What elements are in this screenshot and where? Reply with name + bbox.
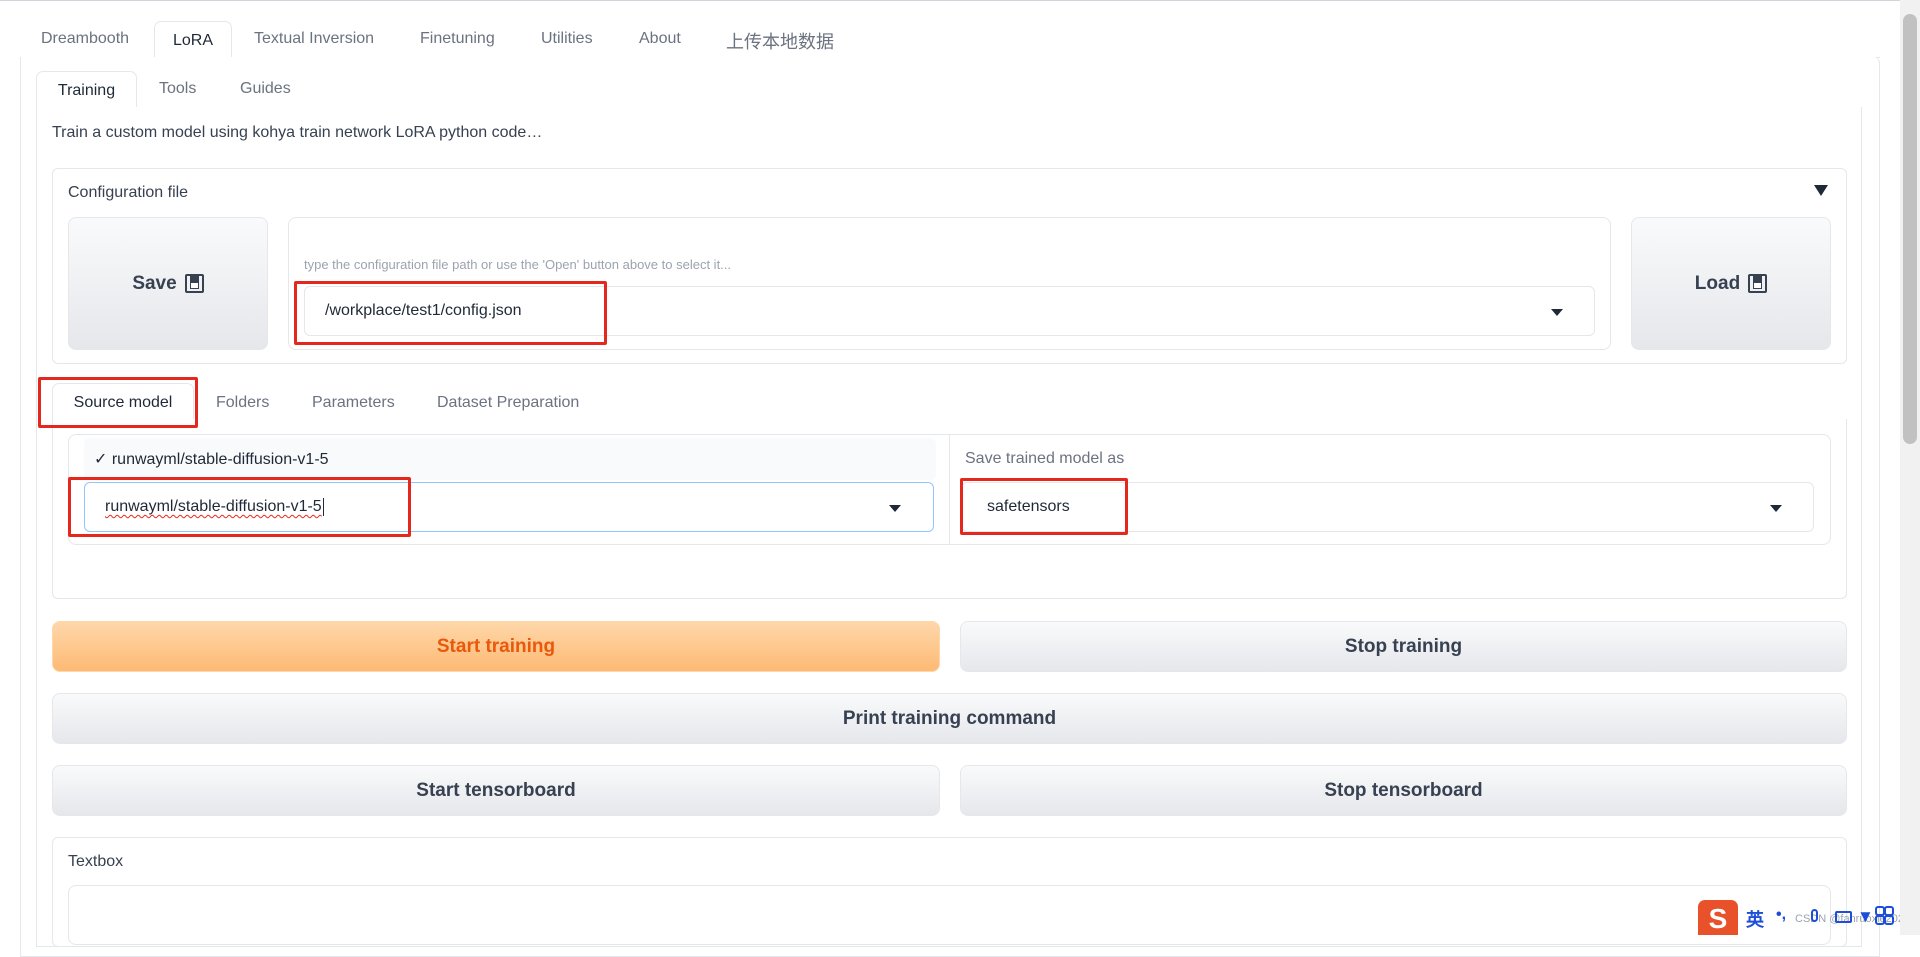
shirt-skin-icon[interactable]: ▼ xyxy=(1857,907,1874,927)
sogou-s-icon[interactable]: S xyxy=(1698,900,1738,935)
tab-upload-local-data[interactable]: 上传本地数据 xyxy=(726,28,834,54)
config-path-hint: type the configuration file path or use … xyxy=(304,257,732,272)
ime-language-indicator[interactable]: 英 xyxy=(1746,906,1764,932)
column-divider xyxy=(949,434,950,545)
stop-training-button[interactable]: Stop training xyxy=(960,621,1847,672)
start-tensorboard-button[interactable]: Start tensorboard xyxy=(52,765,940,816)
textbox-input[interactable] xyxy=(68,885,1831,945)
text-cursor xyxy=(322,498,324,516)
tab-guides[interactable]: Guides xyxy=(240,80,291,98)
floppy-disk-icon xyxy=(184,274,204,293)
save-model-as-label: Save trained model as xyxy=(965,450,1125,467)
load-config-label: Load xyxy=(1694,272,1741,294)
save-model-as-value: safetensors xyxy=(987,498,1070,515)
save-model-as-dropdown[interactable]: safetensors xyxy=(961,482,1814,532)
tab-finetuning[interactable]: Finetuning xyxy=(420,30,495,48)
grid-menu-icon[interactable] xyxy=(1875,906,1894,925)
tab-tools[interactable]: Tools xyxy=(159,80,196,98)
load-config-button[interactable]: Load xyxy=(1631,217,1831,350)
tab-textual-inversion[interactable]: Textual Inversion xyxy=(254,30,374,48)
collapse-triangle-icon[interactable] xyxy=(1814,185,1828,196)
scrollbar-thumb[interactable] xyxy=(1903,14,1917,444)
print-training-command-button[interactable]: Print training command xyxy=(52,693,1847,744)
tab-dreambooth[interactable]: Dreambooth xyxy=(41,30,129,48)
pretrained-model-value: runwayml/stable-diffusion-v1-5 xyxy=(105,498,322,515)
description-text: Train a custom model using kohya train n… xyxy=(52,124,543,141)
stop-tensorboard-button[interactable]: Stop tensorboard xyxy=(960,765,1847,816)
tab-utilities[interactable]: Utilities xyxy=(541,30,593,48)
chevron-down-icon[interactable] xyxy=(889,505,901,512)
start-training-button[interactable]: Start training xyxy=(52,621,940,672)
chevron-down-icon[interactable] xyxy=(1770,505,1782,512)
chevron-down-icon[interactable] xyxy=(1551,309,1563,316)
tab-source-model[interactable]: Source model xyxy=(52,383,194,421)
floppy-disk-icon xyxy=(1748,274,1768,293)
save-config-label: Save xyxy=(132,272,177,294)
config-title: Configuration file xyxy=(68,184,189,201)
keyboard-icon[interactable] xyxy=(1835,911,1852,923)
tab-folders[interactable]: Folders xyxy=(216,394,269,412)
config-path-dropdown[interactable]: /workplace/test1/config.json xyxy=(304,286,1595,336)
dropdown-option-selected[interactable]: ✓ runwayml/stable-diffusion-v1-5 xyxy=(84,438,936,480)
pretrained-model-input[interactable]: runwayml/stable-diffusion-v1-5 xyxy=(84,482,934,532)
tab-parameters[interactable]: Parameters xyxy=(312,394,395,412)
tab-about[interactable]: About xyxy=(639,30,681,48)
top-border xyxy=(0,0,1900,1)
tab-training[interactable]: Training xyxy=(36,71,137,109)
textbox-label: Textbox xyxy=(68,853,124,870)
config-path-value: /workplace/test1/config.json xyxy=(325,302,522,319)
microphone-icon[interactable] xyxy=(1811,909,1818,922)
save-config-button[interactable]: Save xyxy=(68,217,268,350)
tab-lora[interactable]: LoRA xyxy=(154,21,232,59)
tab-dataset-preparation[interactable]: Dataset Preparation xyxy=(437,394,579,412)
ime-punctuation-indicator[interactable]: •, xyxy=(1776,906,1786,924)
